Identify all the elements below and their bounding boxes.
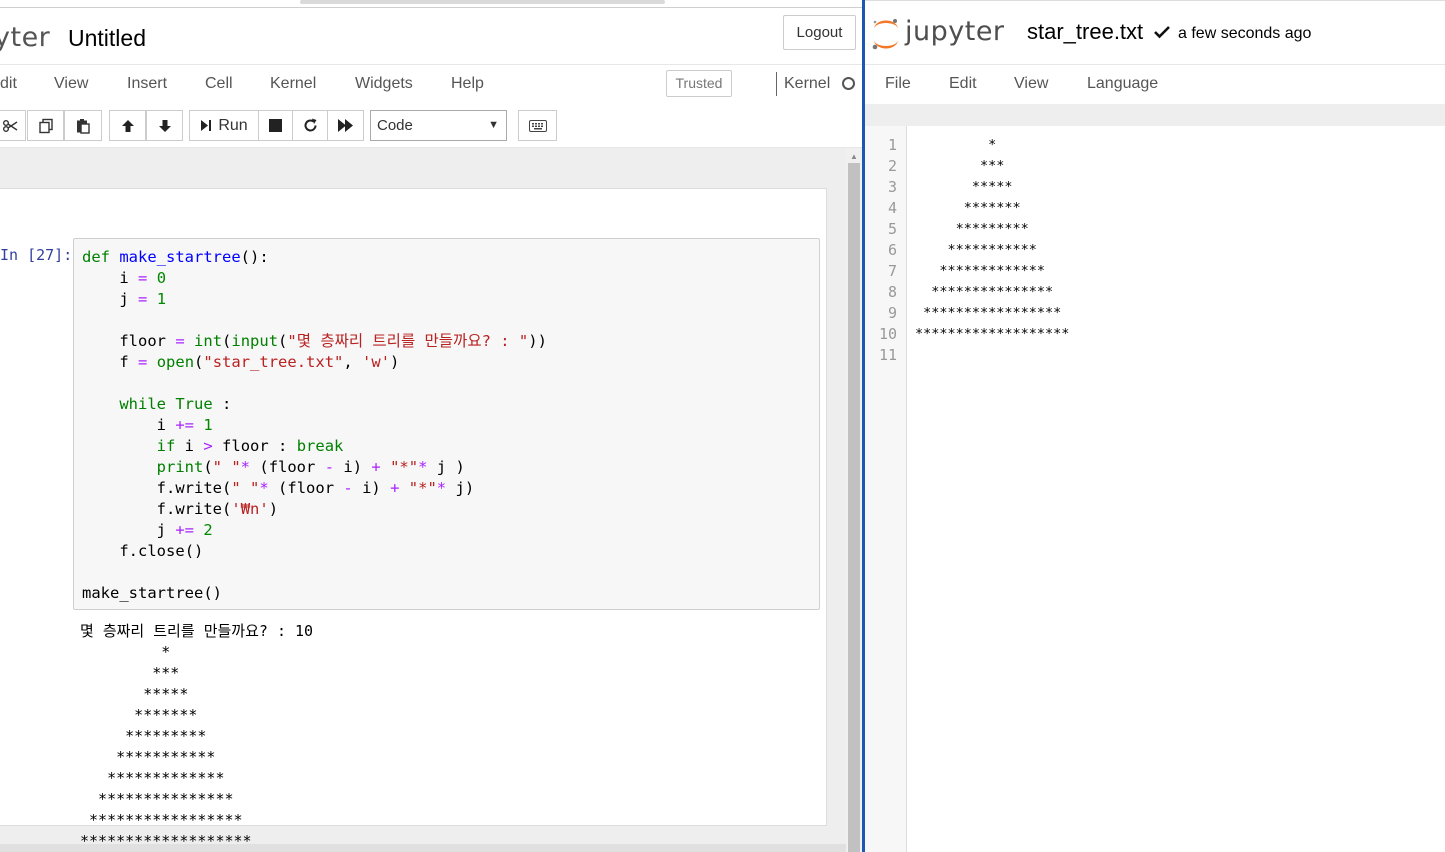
menu-language[interactable]: Language	[1087, 75, 1158, 93]
cut-button[interactable]	[0, 110, 26, 141]
arrow-down-icon	[158, 119, 171, 132]
arrow-up-icon	[121, 119, 134, 132]
move-up-button[interactable]	[109, 110, 146, 141]
menu-widgets[interactable]: Widgets	[355, 75, 413, 93]
code-line: f.write(" "* (floor - i) + "*"* j)	[156, 479, 475, 497]
run-all-button[interactable]	[327, 110, 364, 141]
menu-kernel[interactable]: Kernel	[270, 75, 316, 93]
notebook-window: yter Untitled Logout dit View Insert Cel…	[0, 0, 862, 852]
paste-button[interactable]	[64, 110, 102, 141]
code-line: floor = int(input("몇 층짜리 트리를 만들까요? : "))	[119, 332, 547, 350]
menu-help[interactable]: Help	[451, 75, 484, 93]
last-saved-status: a few seconds ago	[1178, 25, 1312, 42]
run-button-label: Run	[218, 116, 248, 134]
vertical-scrollbar[interactable]: ▲	[846, 148, 862, 852]
code-line: f.write('₩n')	[156, 500, 279, 518]
keyboard-icon	[528, 119, 547, 132]
code-line: print(" "* (floor - i) + "*"* j )	[156, 458, 465, 476]
kernel-separator	[776, 72, 777, 96]
menu-view[interactable]: View	[1014, 75, 1048, 93]
scissors-icon	[3, 119, 18, 132]
code-line: if i > floor : break	[156, 437, 344, 455]
horizontal-scrollbar-thumb[interactable]	[300, 0, 665, 4]
line-numbers: 1 2 3 4 5 6 7 8 9 10 11	[878, 136, 897, 364]
code-cell-editor[interactable]: def make_startree(): i = 0 j = 1 floor =…	[73, 238, 820, 610]
code-line: j = 1	[119, 290, 167, 308]
step-forward-icon	[201, 120, 212, 131]
code-line: f.close()	[119, 542, 204, 560]
code-line: f = open("star_tree.txt", 'w')	[119, 353, 400, 371]
text-editor-area[interactable]: 1 2 3 4 5 6 7 8 9 10 11 * *** ***** ****…	[865, 126, 1445, 852]
jupyter-logo[interactable]: yter	[0, 22, 50, 53]
notebook-container: In [27]: def make_startree(): i = 0 j = …	[0, 188, 827, 850]
check-icon	[1154, 26, 1170, 39]
copy-button[interactable]	[27, 110, 64, 141]
menu-edit[interactable]: dit	[0, 75, 17, 93]
scroll-up-icon[interactable]: ▲	[850, 152, 858, 161]
code-line: while True :	[119, 395, 232, 413]
notebook-title[interactable]: Untitled	[68, 25, 146, 52]
command-palette-button[interactable]	[518, 110, 557, 141]
menu-insert[interactable]: Insert	[127, 75, 167, 93]
paste-icon	[77, 118, 90, 134]
interrupt-kernel-button[interactable]	[258, 110, 293, 141]
file-content[interactable]: * *** ***** ******* ********* **********…	[915, 135, 1069, 345]
kernel-idle-icon	[842, 77, 855, 90]
notebook-menubar: dit View Insert Cell Kernel Widgets Help…	[0, 64, 862, 104]
code-line: make_startree()	[82, 584, 222, 602]
file-name[interactable]: star_tree.txt	[1027, 19, 1143, 45]
code-line: j += 2	[156, 521, 213, 539]
menu-edit[interactable]: Edit	[949, 75, 977, 93]
stop-icon	[269, 119, 282, 132]
vertical-scrollbar-thumb[interactable]	[848, 163, 860, 852]
notebook-header: yter Untitled Logout	[0, 8, 862, 64]
code-line: def make_startree():	[82, 248, 269, 266]
logout-button[interactable]: Logout	[783, 15, 856, 50]
jupyter-logo-icon[interactable]	[871, 17, 901, 51]
menu-file[interactable]: File	[885, 75, 911, 93]
text-editor-window: jupyter star_tree.txt a few seconds ago …	[865, 0, 1445, 852]
notebook-toolbar: Run Code ▼	[0, 104, 862, 148]
editor-header-gap	[865, 104, 1445, 126]
menu-cell[interactable]: Cell	[205, 75, 233, 93]
code-line: i += 1	[156, 416, 213, 434]
input-prompt: In [27]:	[0, 246, 73, 264]
cell-type-value: Code	[377, 117, 413, 134]
cell-output: 몇 층짜리 트리를 만들까요? : 10 * *** ***** *******…	[80, 622, 314, 850]
run-button[interactable]: Run	[189, 110, 259, 141]
trusted-indicator[interactable]: Trusted	[666, 70, 732, 97]
line-number-gutter: 1 2 3 4 5 6 7 8 9 10 11	[865, 126, 907, 852]
copy-icon	[38, 118, 53, 133]
kernel-name: Kernel	[784, 75, 831, 92]
restart-icon	[304, 118, 316, 132]
menu-view[interactable]: View	[54, 75, 88, 93]
restart-kernel-button[interactable]	[292, 110, 328, 141]
notebook-body: In [27]: def make_startree(): i = 0 j = …	[0, 148, 846, 852]
editor-header: jupyter star_tree.txt a few seconds ago	[865, 0, 1445, 64]
editor-menubar: File Edit View Language	[865, 64, 1445, 104]
fast-forward-icon	[337, 119, 353, 132]
cell-type-select[interactable]: Code ▼	[370, 110, 507, 141]
chevron-down-icon: ▼	[488, 119, 499, 131]
code-line: i = 0	[119, 269, 167, 287]
horizontal-scrollbar[interactable]	[0, 844, 846, 852]
move-down-button[interactable]	[146, 110, 183, 141]
jupyter-logo-text[interactable]: jupyter	[905, 16, 1005, 47]
code-lines: def make_startree(): i = 0 j = 1 floor =…	[82, 247, 547, 604]
